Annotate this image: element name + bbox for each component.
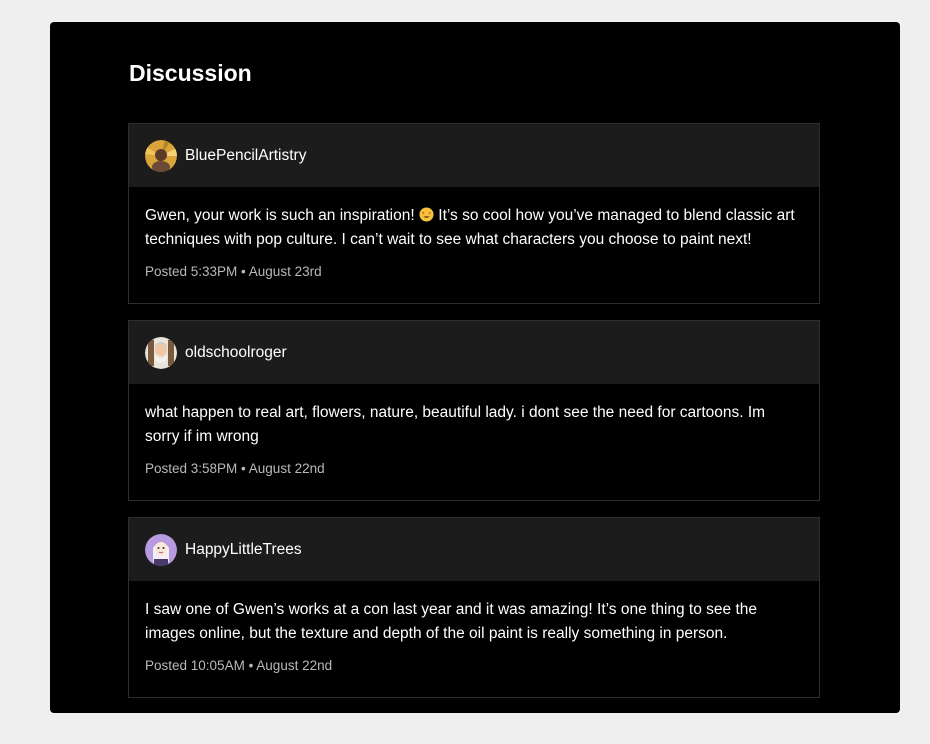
comment-card: BluePencilArtistry Gwen, your work is su… (128, 123, 820, 304)
comment-timestamp: Posted 5:33PM • August 23rd (145, 264, 322, 279)
comment-text: I saw one of Gwen’s works at a con last … (145, 601, 758, 642)
comment-header: oldschoolroger (129, 321, 819, 384)
user-avatar-icon[interactable] (145, 139, 177, 172)
star-struck-emoji-icon (419, 206, 434, 222)
discussion-panel: Discussion BluePencilArtistry Gwen, your… (50, 22, 900, 713)
comment-username[interactable]: HappyLittleTrees (185, 541, 302, 559)
comment-card: HappyLittleTrees I saw one of Gwen’s wor… (128, 517, 820, 698)
comment-text: what happen to real art, flowers, nature… (145, 404, 766, 445)
comment-username[interactable]: oldschoolroger (185, 344, 287, 362)
comment-card: oldschoolroger what happen to real art, … (128, 320, 820, 501)
discussion-title: Discussion (129, 60, 252, 86)
comment-header: BluePencilArtistry (129, 124, 819, 187)
comment-text: Gwen, your work is such an inspiration! … (145, 206, 795, 248)
comment-timestamp: Posted 3:58PM • August 22nd (145, 461, 325, 476)
comment-header: HappyLittleTrees (129, 518, 819, 581)
comment-username[interactable]: BluePencilArtistry (185, 147, 306, 165)
comment-timestamp: Posted 10:05AM • August 22nd (145, 658, 333, 673)
user-avatar-icon[interactable] (145, 533, 177, 566)
user-avatar-icon[interactable] (145, 336, 177, 369)
